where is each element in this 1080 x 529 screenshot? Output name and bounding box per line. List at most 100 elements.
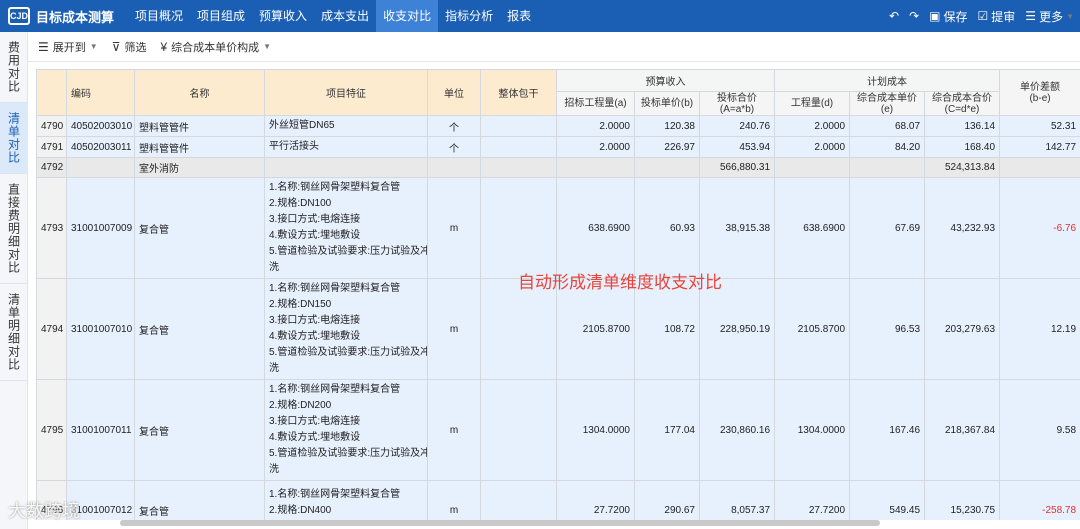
cell-name[interactable]: 复合管 [134, 177, 265, 279]
save-button[interactable]: ▣ 保存 [929, 8, 967, 25]
nav-item-budget-income[interactable]: 预算收入 [252, 0, 314, 32]
table-row[interactable]: 4793 31001007009 复合管 1.名称:钢丝网骨架塑料复合管 2.规格:DN… [36, 177, 1080, 279]
cell-price-diff[interactable]: -6.76 [999, 177, 1080, 279]
cell-package[interactable] [480, 177, 557, 279]
cell-bid-total[interactable]: 228,950.19 [698, 278, 776, 380]
cell-package[interactable] [480, 379, 557, 481]
cell-price-diff[interactable]: 12.19 [999, 278, 1080, 380]
filter-button[interactable]: ⊽ 筛选 [112, 39, 147, 55]
cell-name[interactable]: 塑料管管件 [134, 136, 265, 158]
cell-bid-total[interactable]: 38,915.38 [698, 177, 776, 279]
nav-item-indicator-analysis[interactable]: 指标分析 [438, 0, 500, 32]
cell-feature[interactable]: 1.名称:钢丝网骨架塑料复合管 2.规格:DN100 3.接口方式:电熔连接 4.敷设… [264, 177, 428, 279]
cell-unit[interactable]: m [427, 278, 481, 380]
cost-composition-dropdown[interactable]: ¥ 综合成本单价构成 ▼ [160, 39, 271, 55]
cell-row-no[interactable]: 4794 [36, 278, 67, 380]
cell-unit-cost[interactable]: 68.07 [849, 115, 926, 137]
cell-unit[interactable]: 个 [427, 136, 481, 158]
cell-qty[interactable] [774, 157, 851, 178]
cell-row-no[interactable]: 4791 [36, 136, 67, 158]
cell-bid-qty[interactable]: 2.0000 [556, 136, 635, 158]
table-row[interactable]: 4795 31001007011 复合管 1.名称:钢丝网骨架塑料复合管 2.规格:DN… [36, 379, 1080, 481]
submit-review-button[interactable]: ☑ 提审 [978, 8, 1016, 25]
table-row[interactable]: 4791 40502003011 塑料管管件 平行活接头个 2.0000 226.97 45… [36, 136, 1080, 158]
nav-item-reports[interactable]: 报表 [500, 0, 538, 32]
cell-package[interactable] [480, 278, 557, 380]
cell-row-no[interactable]: 4790 [36, 115, 67, 137]
cell-package[interactable] [480, 157, 557, 178]
cell-bid-total[interactable]: 230,860.16 [698, 379, 776, 481]
cell-unit[interactable]: m [427, 480, 481, 520]
cell-qty[interactable]: 27.7200 [774, 480, 851, 520]
cell-feature[interactable] [264, 157, 428, 178]
cell-unit[interactable]: m [427, 177, 481, 279]
cell-bid-price[interactable]: 290.67 [634, 480, 700, 520]
cell-name[interactable]: 复合管 [134, 480, 265, 520]
cell-row-no[interactable]: 4793 [36, 177, 67, 279]
nav-item-project-overview[interactable]: 项目概况 [128, 0, 190, 32]
cell-price-diff[interactable]: -258.78 [999, 480, 1080, 520]
cell-cost-total[interactable]: 43,232.93 [924, 177, 1001, 279]
cell-bid-qty[interactable]: 2.0000 [556, 115, 635, 137]
cell-code[interactable] [66, 157, 135, 178]
cell-feature[interactable]: 平行活接头 [264, 136, 428, 158]
cell-cost-total[interactable]: 218,367.84 [924, 379, 1001, 481]
cell-unit-cost[interactable]: 167.46 [849, 379, 926, 481]
cell-row-no[interactable]: 4795 [36, 379, 67, 481]
cell-unit-cost[interactable]: 549.45 [849, 480, 926, 520]
cell-bid-price[interactable]: 226.97 [634, 136, 700, 158]
cell-cost-total[interactable]: 168.40 [924, 136, 1001, 158]
cell-unit[interactable]: 个 [427, 115, 481, 137]
nav-item-income-expense-compare[interactable]: 收支对比 [376, 0, 439, 32]
cell-package[interactable] [480, 115, 557, 137]
cell-bid-total[interactable]: 240.76 [698, 115, 776, 137]
cell-name[interactable]: 室外消防 [134, 157, 265, 178]
cell-price-diff[interactable]: 9.58 [999, 379, 1080, 481]
cell-unit-cost[interactable]: 96.53 [849, 278, 926, 380]
table-row[interactable]: 4792 室外消防 566,880.31 524,313.84 [36, 157, 1080, 178]
cell-row-no[interactable]: 4792 [36, 157, 67, 178]
cell-unit-cost[interactable]: 84.20 [849, 136, 926, 158]
cell-feature[interactable]: 外丝短管DN65 [264, 115, 428, 137]
cell-feature[interactable]: 1.名称:钢丝网骨架塑料复合管 2.规格:DN150 3.接口方式:电熔连接 4.敷设… [264, 278, 428, 380]
cell-name[interactable]: 塑料管管件 [134, 115, 265, 137]
cell-unit-cost[interactable] [849, 157, 926, 178]
cell-bid-total[interactable]: 453.94 [698, 136, 776, 158]
cell-bid-qty[interactable]: 2105.8700 [556, 278, 635, 380]
cell-qty[interactable]: 2.0000 [774, 115, 851, 137]
cell-qty[interactable]: 2.0000 [774, 136, 851, 158]
cell-price-diff[interactable]: 52.31 [999, 115, 1080, 137]
side-tab-list-compare[interactable]: 清单对比 [0, 103, 28, 174]
cell-bid-qty[interactable] [556, 157, 635, 178]
side-tab-direct-fee-detail[interactable]: 直接费明细对比 [0, 174, 28, 284]
cell-price-diff[interactable] [999, 157, 1080, 178]
cell-name[interactable]: 复合管 [134, 379, 265, 481]
cell-cost-total[interactable]: 136.14 [924, 115, 1001, 137]
redo-icon[interactable]: ↷ [909, 10, 919, 22]
cell-package[interactable] [480, 136, 557, 158]
table-row[interactable]: 4790 40502003010 塑料管管件 外丝短管DN65 个 2.0000 120.3… [36, 115, 1080, 137]
cell-bid-qty[interactable]: 27.7200 [556, 480, 635, 520]
cell-feature[interactable]: 1.名称:钢丝网骨架塑料复合管2.规格:DN4003.接口方式:电熔连接 [264, 480, 428, 520]
cell-cost-total[interactable]: 15,230.75 [924, 480, 1001, 520]
nav-item-cost-expense[interactable]: 成本支出 [314, 0, 376, 32]
undo-icon[interactable]: ↶ [889, 10, 899, 22]
side-tab-list-detail[interactable]: 清单明细对比 [0, 284, 28, 381]
cell-bid-price[interactable]: 60.93 [634, 177, 700, 279]
cell-code[interactable]: 40502003011 [66, 136, 135, 158]
more-button[interactable]: ☰ 更多 ▼ [1025, 8, 1074, 25]
cell-name[interactable]: 复合管 [134, 278, 265, 380]
table-row[interactable]: 4796 31001007012 复合管 1.名称:钢丝网骨架塑料复合管 2.规格:DN… [36, 480, 1080, 520]
cell-feature[interactable]: 1.名称:钢丝网骨架塑料复合管 2.规格:DN200 3.接口方式:电熔连接 4.敷设… [264, 379, 428, 481]
cell-price-diff[interactable]: 142.77 [999, 136, 1080, 158]
cell-code[interactable]: 40502003010 [66, 115, 135, 137]
cell-bid-price[interactable]: 108.72 [634, 278, 700, 380]
cell-cost-total[interactable]: 203,279.63 [924, 278, 1001, 380]
cell-code[interactable]: 31001007011 [66, 379, 135, 481]
expand-to-dropdown[interactable]: ☰ 展开到 ▼ [38, 39, 98, 55]
cell-unit[interactable] [427, 157, 481, 178]
cell-bid-price[interactable]: 177.04 [634, 379, 700, 481]
table-row[interactable]: 4794 31001007010 复合管 1.名称:钢丝网骨架塑料复合管 2.规格:DN… [36, 278, 1080, 380]
cell-cost-total[interactable]: 524,313.84 [924, 157, 1001, 178]
side-tab-fee-compare[interactable]: 费用对比 [0, 32, 28, 103]
